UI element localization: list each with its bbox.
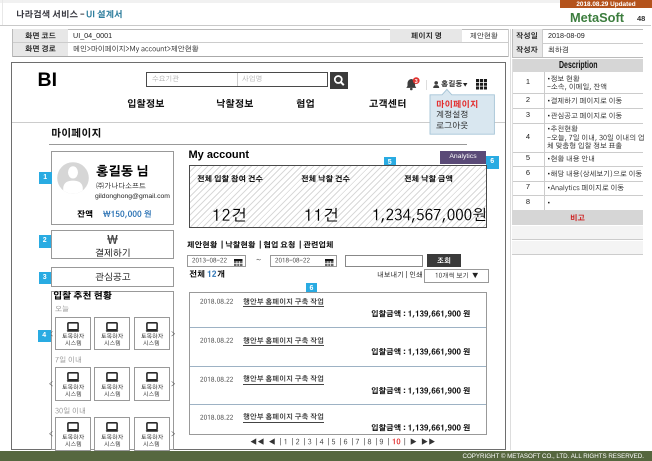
svg-text:3: 3 bbox=[415, 79, 418, 85]
